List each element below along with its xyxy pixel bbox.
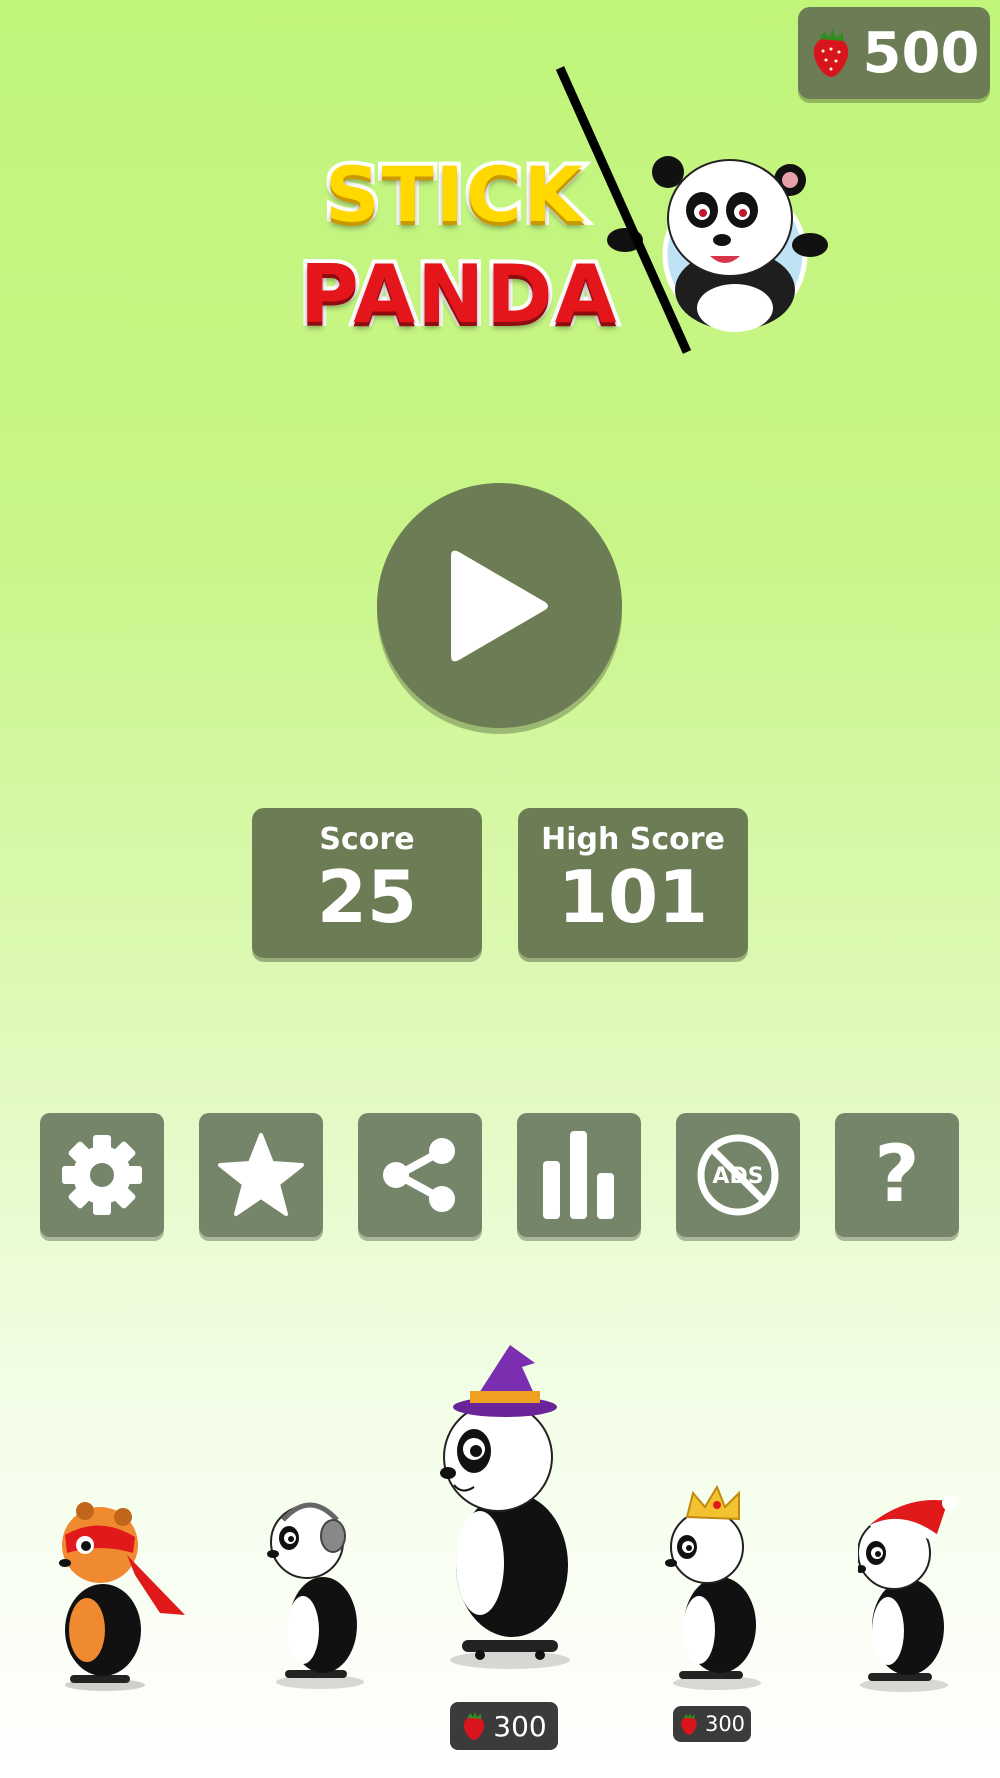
character-king-panda[interactable] bbox=[665, 1484, 775, 1695]
game-logo: STICK PANDA bbox=[290, 60, 850, 360]
wizard-panda-price: 300 bbox=[450, 1702, 558, 1750]
score-value: 25 bbox=[316, 855, 418, 939]
king-panda-price: 300 bbox=[673, 1706, 751, 1742]
settings-button[interactable] bbox=[40, 1113, 164, 1237]
wizard-panda-price-value: 300 bbox=[493, 1709, 547, 1743]
leaderboard-button[interactable] bbox=[517, 1113, 641, 1237]
help-button[interactable]: ? bbox=[835, 1113, 959, 1237]
share-button[interactable] bbox=[358, 1113, 482, 1237]
share-icon bbox=[383, 1138, 455, 1212]
play-icon bbox=[450, 550, 548, 661]
red-mask-icon bbox=[59, 1502, 185, 1691]
score-panel: Score 25 bbox=[252, 808, 482, 958]
high-score-panel: High Score 101 bbox=[518, 808, 748, 958]
crown-icon bbox=[665, 1484, 761, 1690]
headphones-icon bbox=[267, 1502, 364, 1689]
gear-icon bbox=[62, 1135, 142, 1215]
rate-button[interactable] bbox=[199, 1113, 323, 1237]
question-icon: ? bbox=[874, 1130, 920, 1220]
wizard-hat-icon bbox=[440, 1345, 570, 1669]
santa-hat-icon bbox=[856, 1495, 958, 1692]
character-headphones-panda[interactable] bbox=[265, 1490, 375, 1695]
no-ads-text: ADS bbox=[712, 1164, 763, 1189]
no-ads-icon: ADS bbox=[697, 1134, 779, 1216]
currency-amount: 500 bbox=[862, 20, 980, 86]
score-label: Score bbox=[319, 822, 415, 857]
high-score-label: High Score bbox=[541, 822, 725, 857]
strawberry-icon bbox=[681, 1713, 697, 1735]
high-score-value: 101 bbox=[557, 855, 709, 939]
character-wizard-panda[interactable] bbox=[440, 1345, 590, 1675]
star-icon bbox=[218, 1133, 304, 1216]
strawberry-icon bbox=[464, 1711, 485, 1741]
character-santa-panda[interactable] bbox=[856, 1495, 970, 1695]
logo-panda-icon bbox=[555, 66, 828, 354]
remove-ads-button[interactable]: ADS bbox=[676, 1113, 800, 1237]
bar-chart-icon bbox=[543, 1131, 614, 1219]
king-panda-price-value: 300 bbox=[704, 1712, 746, 1736]
character-ninja-panda[interactable] bbox=[55, 1495, 190, 1695]
play-button[interactable] bbox=[377, 483, 622, 728]
